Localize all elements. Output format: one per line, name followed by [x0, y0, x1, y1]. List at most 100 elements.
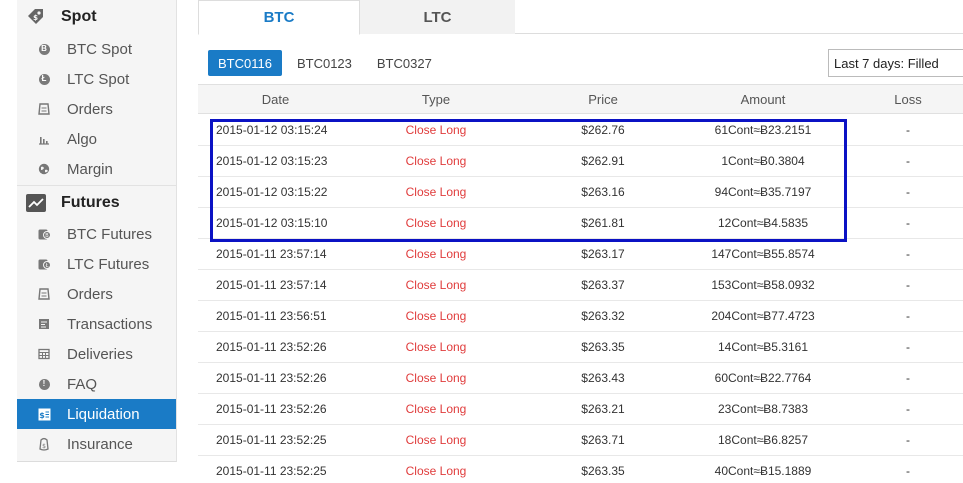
table-row: 2015-01-11 23:52:26 Close Long $263.21 23Co… [198, 394, 963, 425]
sidebar-item-liquidation[interactable]: $ Liquidation [17, 399, 176, 429]
table-row: 2015-01-12 03:15:10 Close Long $261.81 12Co… [198, 208, 963, 239]
date-cell: 2015-01-11 23:52:26 [216, 340, 327, 354]
type-cell: Close Long [405, 123, 467, 137]
liquidation-table-body: 2015-01-12 03:15:24 Close Long $262.76 61Co… [198, 115, 963, 483]
table-row: 2015-01-11 23:52:25 Close Long $263.71 18Co… [198, 425, 963, 456]
date-cell: 2015-01-11 23:52:25 [216, 433, 327, 447]
sidebar-item-label: Algo [67, 130, 98, 148]
time-filter-select[interactable]: Last 7 days: Filled [828, 49, 963, 77]
type-cell: Close Long [405, 371, 467, 385]
page: $ Spot B BTC Spot Ł LTC Spot Orders Algo [0, 0, 963, 483]
price-cell: $263.35 [581, 464, 625, 478]
price-cell: $263.35 [581, 340, 625, 354]
type-cell: Close Long [405, 247, 467, 261]
section-futures-header: Futures [17, 185, 176, 219]
sidebar-item-label: Orders [67, 285, 113, 303]
sidebar-item-label: Deliveries [67, 345, 133, 363]
table-row: 2015-01-12 03:15:23 Close Long $262.91 1Con… [198, 146, 963, 177]
price-cell: $263.16 [581, 185, 625, 199]
sidebar-item-label: FAQ [67, 375, 98, 393]
loss-cell: - [906, 464, 910, 478]
section-futures-title: Futures [61, 193, 120, 211]
svg-text:B: B [45, 233, 49, 239]
type-cell: Close Long [405, 185, 467, 199]
sidebar-item-futures-orders[interactable]: Orders [17, 279, 176, 309]
sidebar-item-transactions[interactable]: Transactions [17, 309, 176, 339]
price-cell: $263.71 [581, 433, 625, 447]
loss-cell: - [906, 402, 910, 416]
contract-btc0327[interactable]: BTC0327 [367, 50, 442, 76]
loss-cell: - [906, 123, 910, 137]
sidebar-item-btc-futures[interactable]: B BTC Futures [17, 219, 176, 249]
tag-icon: $ [25, 6, 47, 28]
price-cell: $263.43 [581, 371, 625, 385]
amount-cell: 61Cont≈Ƀ23.2151 [714, 123, 812, 137]
contract-btc0123[interactable]: BTC0123 [287, 50, 362, 76]
sidebar-item-label: Liquidation [67, 405, 140, 423]
section-spot-title: Spot [61, 8, 97, 25]
trend-up-icon [25, 192, 47, 214]
column-header-amount: Amount [740, 92, 786, 107]
sidebar-item-ltc-spot[interactable]: Ł LTC Spot [17, 64, 176, 94]
date-cell: 2015-01-11 23:52:25 [216, 464, 327, 478]
contract-btc0116[interactable]: BTC0116 [208, 50, 282, 76]
date-cell: 2015-01-11 23:52:26 [216, 371, 327, 385]
svg-text:$: $ [33, 14, 38, 22]
type-cell: Close Long [405, 433, 467, 447]
loss-cell: - [906, 278, 910, 292]
column-header-type: Type [421, 92, 451, 107]
sidebar-item-deliveries[interactable]: Deliveries [17, 339, 176, 369]
type-cell: Close Long [405, 154, 467, 168]
type-cell: Close Long [405, 216, 467, 230]
sidebar-item-margin[interactable]: Margin [17, 154, 176, 184]
amount-cell: 204Cont≈Ƀ77.4723 [711, 309, 815, 323]
main-content: BTC LTC BTC0116 BTC0123 BTC0327 Last 7 d… [198, 0, 963, 483]
table-row: 2015-01-11 23:52:25 Close Long $263.35 40Co… [198, 456, 963, 483]
table-row: 2015-01-11 23:57:14 Close Long $263.37 153C… [198, 270, 963, 301]
date-cell: 2015-01-11 23:57:14 [216, 278, 327, 292]
price-cell: $263.21 [581, 402, 625, 416]
price-cell: $263.32 [581, 309, 625, 323]
sidebar-item-algo[interactable]: Algo [17, 124, 176, 154]
orders-icon [37, 287, 51, 301]
type-cell: Close Long [405, 464, 467, 478]
sidebar-item-label: Insurance [67, 435, 133, 453]
amount-cell: 14Cont≈Ƀ5.3161 [718, 340, 808, 354]
amount-cell: 153Cont≈Ƀ58.0932 [711, 278, 815, 292]
date-cell: 2015-01-12 03:15:23 [216, 154, 328, 168]
date-cell: 2015-01-12 03:15:22 [216, 185, 328, 199]
sidebar-item-label: LTC Spot [67, 70, 130, 88]
amount-cell: 94Cont≈Ƀ35.7197 [714, 185, 812, 199]
ltc-coin-icon: Ł [37, 72, 51, 86]
amount-cell: 23Cont≈Ƀ8.7383 [718, 402, 808, 416]
sidebar-item-faq[interactable]: ! FAQ [17, 369, 176, 399]
deliveries-icon [37, 347, 51, 361]
type-cell: Close Long [405, 340, 467, 354]
sidebar-item-insurance[interactable]: $ Insurance [17, 429, 176, 459]
globe-icon [37, 162, 51, 176]
loss-cell: - [906, 216, 910, 230]
column-header-price: Price [588, 92, 618, 107]
amount-cell: 1Cont≈Ƀ0.3804 [721, 154, 805, 168]
sidebar-item-btc-spot[interactable]: B BTC Spot [17, 34, 176, 64]
date-cell: 2015-01-11 23:52:26 [216, 402, 327, 416]
tab-ltc[interactable]: LTC [360, 0, 515, 34]
sidebar-item-spot-orders[interactable]: Orders [17, 94, 176, 124]
algo-chart-icon [37, 132, 51, 146]
loss-cell: - [906, 433, 910, 447]
price-cell: $261.81 [581, 216, 625, 230]
price-cell: $262.91 [581, 154, 625, 168]
table-row: 2015-01-11 23:52:26 Close Long $263.35 14Co… [198, 332, 963, 363]
contract-selector: BTC0116 BTC0123 BTC0327 [208, 50, 447, 76]
tab-btc[interactable]: BTC [198, 0, 360, 35]
date-cell: 2015-01-11 23:57:14 [216, 247, 327, 261]
sidebar-item-ltc-futures[interactable]: Ł LTC Futures [17, 249, 176, 279]
loss-cell: - [906, 371, 910, 385]
btc-futures-icon: B [37, 227, 51, 241]
loss-cell: - [906, 340, 910, 354]
sidebar-item-label: BTC Spot [67, 40, 133, 58]
loss-cell: - [906, 154, 910, 168]
loss-cell: - [906, 309, 910, 323]
loss-cell: - [906, 247, 910, 261]
date-cell: 2015-01-12 03:15:10 [216, 216, 328, 230]
